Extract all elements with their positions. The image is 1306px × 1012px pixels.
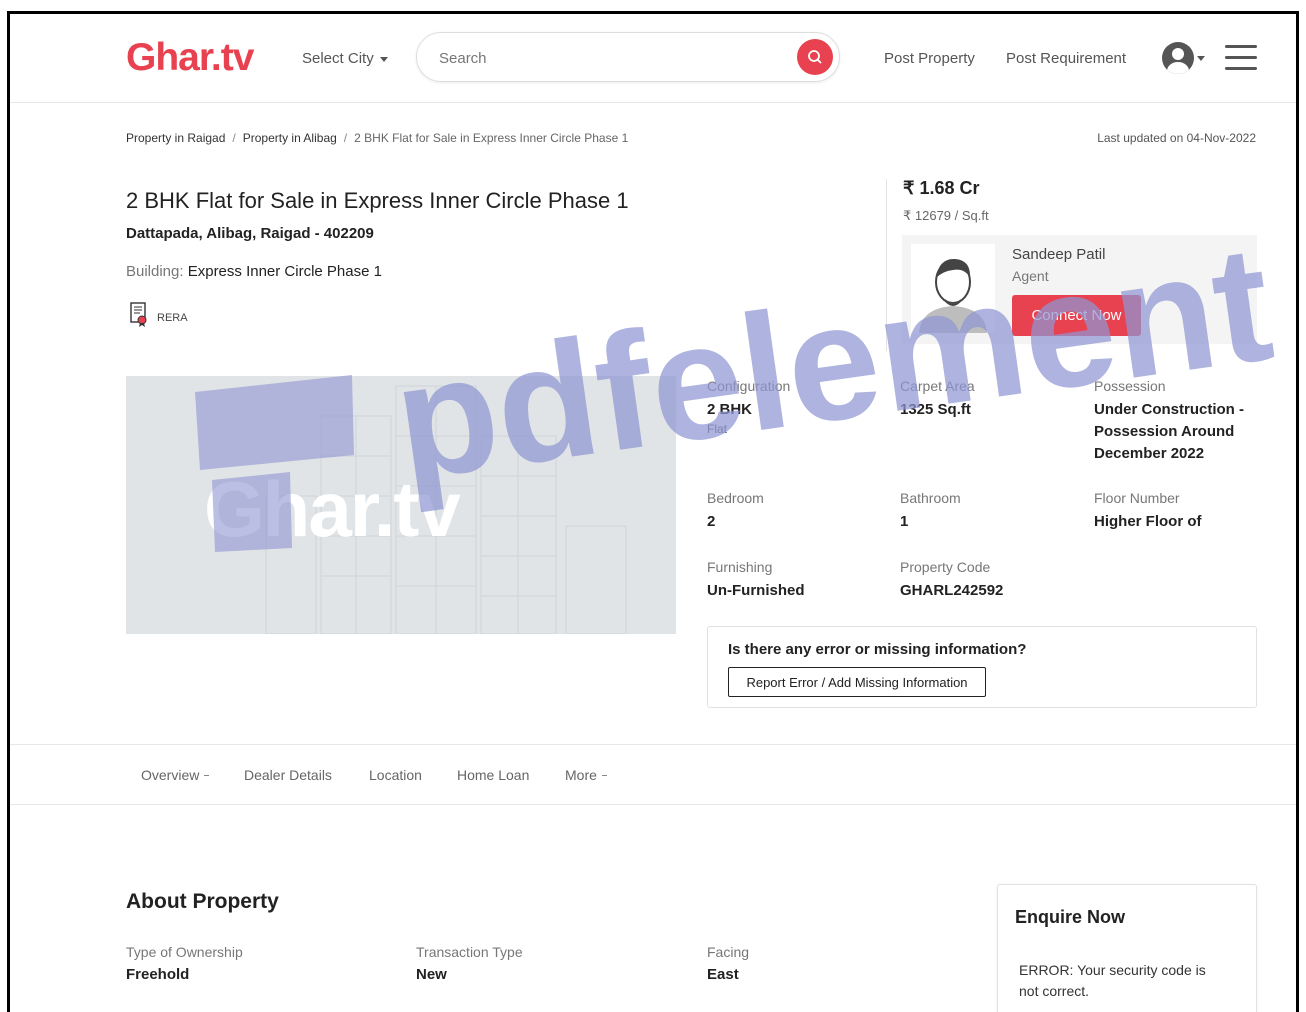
agent-name: Sandeep Patil xyxy=(1012,246,1106,263)
site-logo[interactable]: Ghar.tv xyxy=(126,36,254,80)
spec-bathroom: Bathroom 1 xyxy=(900,490,1070,533)
about-value: New xyxy=(416,966,447,983)
chevron-down-icon xyxy=(601,775,607,777)
page-frame: Ghar.tv Select City Post Property Post R… xyxy=(7,11,1299,1012)
spec-label: Property Code xyxy=(900,559,991,575)
tab-more[interactable]: More xyxy=(565,767,607,783)
spec-label: Possession xyxy=(1094,378,1166,394)
error-question: Is there any error or missing informatio… xyxy=(728,641,1027,658)
post-requirement-link[interactable]: Post Requirement xyxy=(1006,50,1126,67)
last-updated: Last updated on 04-Nov-2022 xyxy=(1097,131,1256,145)
tab-home-loan[interactable]: Home Loan xyxy=(457,767,529,783)
building-info: Building: Express Inner Circle Phase 1 xyxy=(126,263,382,280)
building-name[interactable]: Express Inner Circle Phase 1 xyxy=(188,263,382,280)
about-label: Transaction Type xyxy=(416,944,523,960)
search-button[interactable] xyxy=(797,39,833,75)
report-error-button[interactable]: Report Error / Add Missing Information xyxy=(728,667,986,697)
about-label: Facing xyxy=(707,944,750,960)
rera-certificate-icon xyxy=(130,302,147,327)
property-price: ₹ 1.68 Cr xyxy=(903,178,980,198)
spec-floor-number: Floor Number Higher Floor of xyxy=(1094,490,1264,533)
spec-carpet-area: Carpet Area 1325 Sq.ft xyxy=(900,378,1070,421)
chevron-down-icon xyxy=(204,775,210,777)
agent-avatar xyxy=(911,244,995,333)
spec-label: Floor Number xyxy=(1094,490,1180,506)
security-code-error: ERROR: Your security code is not correct… xyxy=(1019,962,1206,999)
tab-label: More xyxy=(565,767,597,783)
hamburger-menu-icon[interactable] xyxy=(1225,45,1257,71)
spec-value: GHARL242592 xyxy=(900,582,1004,599)
agent-card: Sandeep Patil Agent Connect Now xyxy=(902,235,1257,344)
chevron-down-icon[interactable] xyxy=(1197,56,1205,61)
property-image-placeholder[interactable]: Ghar.tv xyxy=(126,376,676,634)
about-ownership: Type of Ownership Freehold xyxy=(126,944,243,983)
image-watermark-logo: Ghar.tv xyxy=(204,465,461,553)
spec-value: Higher Floor of xyxy=(1094,513,1202,530)
spec-property-code: Property Code GHARL242592 xyxy=(900,559,1070,602)
spec-label: Configuration xyxy=(707,378,791,394)
search-bar xyxy=(416,32,840,82)
spec-label: Bedroom xyxy=(707,490,764,506)
breadcrumb-current: 2 BHK Flat for Sale in Express Inner Cir… xyxy=(354,131,629,145)
person-icon xyxy=(919,258,987,333)
spec-configuration: Configuration 2 BHK Flat xyxy=(707,378,877,436)
about-transaction-type: Transaction Type New xyxy=(416,944,523,983)
spec-label: Bathroom xyxy=(900,490,961,506)
about-value: Freehold xyxy=(126,966,190,983)
search-input[interactable] xyxy=(437,45,781,71)
spec-label: Furnishing xyxy=(707,559,773,575)
chevron-down-icon xyxy=(379,56,388,62)
spec-value: 1325 Sq.ft xyxy=(900,401,971,418)
post-property-link[interactable]: Post Property xyxy=(884,50,975,67)
about-value: East xyxy=(707,966,739,983)
enquire-now-panel: Enquire Now ERROR: Your security code is… xyxy=(997,884,1257,1012)
spec-furnishing: Furnishing Un-Furnished xyxy=(707,559,877,602)
spec-label: Carpet Area xyxy=(900,378,975,394)
breadcrumb-link[interactable]: Property in Alibag xyxy=(243,131,337,145)
tab-location[interactable]: Location xyxy=(369,767,422,783)
site-header: Ghar.tv Select City Post Property Post R… xyxy=(10,14,1296,103)
tab-label: Overview xyxy=(141,767,200,783)
agent-role: Agent xyxy=(1012,268,1049,284)
spec-bedroom: Bedroom 2 xyxy=(707,490,877,533)
spec-value: Under Construction - Possession Around D… xyxy=(1094,401,1244,462)
user-avatar-icon[interactable] xyxy=(1162,42,1194,74)
about-facing: Facing East xyxy=(707,944,749,983)
spec-possession: Possession Under Construction - Possessi… xyxy=(1094,378,1259,465)
spec-value: Un-Furnished xyxy=(707,582,805,599)
spec-value: 2 BHK xyxy=(707,401,753,418)
select-city-label: Select City xyxy=(302,50,374,67)
breadcrumb: Property in Raigad / Property in Alibag/2 … xyxy=(126,131,629,145)
connect-now-button[interactable]: Connect Now xyxy=(1012,295,1141,336)
tab-overview[interactable]: Overview xyxy=(141,767,210,783)
property-address: Dattapada, Alibag, Raigad - 402209 xyxy=(126,225,374,242)
spec-value: 2 xyxy=(707,513,716,530)
price-divider xyxy=(886,179,887,351)
search-icon xyxy=(808,50,822,64)
breadcrumb-link[interactable]: Property in Raigad xyxy=(126,131,225,145)
spec-value: 1 xyxy=(900,513,909,530)
price-per-sqft: ₹ 12679 / Sq.ft xyxy=(903,208,989,223)
report-error-box: Is there any error or missing informatio… xyxy=(707,626,1257,708)
spec-sub: Flat xyxy=(707,422,728,436)
about-property-title: About Property xyxy=(126,890,279,913)
rera-label: RERA xyxy=(157,312,188,324)
select-city-dropdown[interactable]: Select City xyxy=(302,50,388,67)
about-label: Type of Ownership xyxy=(126,944,243,960)
tab-dealer-details[interactable]: Dealer Details xyxy=(244,767,332,783)
page-title: 2 BHK Flat for Sale in Express Inner Cir… xyxy=(126,188,629,213)
enquire-title: Enquire Now xyxy=(1015,907,1126,927)
section-tabs: Overview Dealer Details Location Home Lo… xyxy=(10,744,1296,805)
building-label: Building: xyxy=(126,263,184,280)
